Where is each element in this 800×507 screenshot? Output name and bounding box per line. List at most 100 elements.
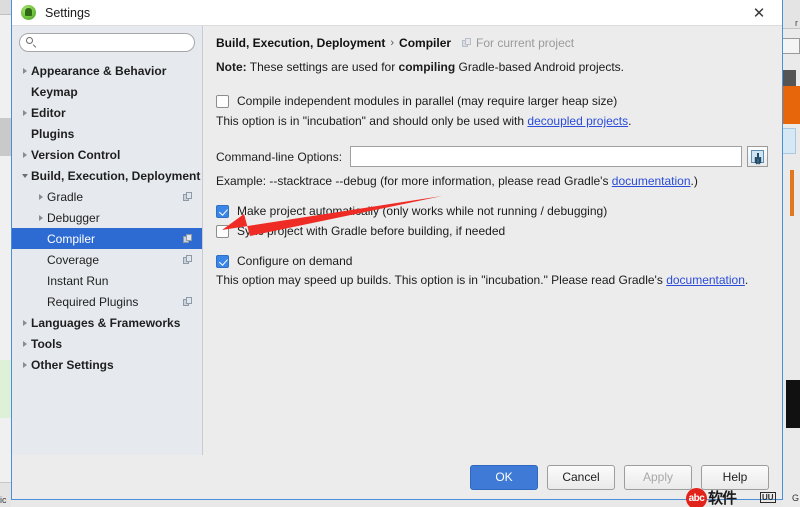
- chevron-right-icon[interactable]: [18, 340, 31, 347]
- compile-parallel-hint: This option is in "incubation" and shoul…: [216, 114, 768, 128]
- configure-on-demand-hint: This option may speed up builds. This op…: [216, 273, 768, 287]
- sidebar-item-editor[interactable]: Editor: [12, 102, 202, 123]
- sidebar-item-label: Instant Run: [47, 273, 109, 288]
- chevron-right-icon[interactable]: [34, 214, 47, 221]
- compile-parallel-checkbox[interactable]: [216, 94, 229, 108]
- sidebar-item-build-execution-deployment[interactable]: Build, Execution, Deployment: [12, 165, 202, 186]
- bg-left-green-marker: [0, 360, 11, 418]
- sidebar-search-wrap: [12, 26, 202, 57]
- command-line-example-after: .): [690, 174, 698, 188]
- configure-on-demand-checkbox[interactable]: [216, 254, 229, 268]
- dialog-body: Appearance & Behavior Keymap Editor Plugins…: [12, 26, 782, 455]
- sidebar-item-keymap[interactable]: Keymap: [12, 81, 202, 102]
- configure-on-demand-label: Configure on demand: [237, 254, 353, 268]
- sidebar-item-label: Other Settings: [31, 357, 114, 372]
- command-line-label: Command-line Options:: [216, 149, 343, 164]
- chevron-right-icon[interactable]: [18, 151, 31, 158]
- chevron-right-icon[interactable]: [18, 319, 31, 326]
- project-scope-icon: [462, 38, 472, 48]
- sidebar-item-plugins[interactable]: Plugins: [12, 123, 202, 144]
- search-box[interactable]: [19, 33, 195, 52]
- note-emphasis: compiling: [398, 60, 456, 74]
- bg-left-status-label: ic: [0, 495, 7, 505]
- chevron-down-icon[interactable]: [18, 173, 31, 178]
- bg-left-tab: [0, 0, 11, 15]
- command-line-input[interactable]: [350, 146, 742, 167]
- ok-button[interactable]: OK: [470, 464, 538, 490]
- compile-parallel-hint-before: This option is in "incubation" and shoul…: [216, 114, 528, 128]
- compile-parallel-label: Compile independent modules in parallel …: [237, 94, 618, 108]
- sidebar-item-label: Gradle: [47, 189, 84, 204]
- sidebar-item-tools[interactable]: Tools: [12, 333, 202, 354]
- search-icon: [26, 37, 37, 48]
- bg-right-orange-block: [782, 86, 800, 124]
- gradle-documentation-link-1[interactable]: documentation: [612, 174, 691, 188]
- bg-right-status-label: G: [791, 493, 799, 503]
- sidebar-item-instant-run[interactable]: Instant Run: [12, 270, 202, 291]
- configure-on-demand-row[interactable]: Configure on demand: [216, 254, 768, 268]
- sidebar-item-version-control[interactable]: Version Control: [12, 144, 202, 165]
- breadcrumb: Build, Execution, Deployment › Compiler …: [216, 36, 768, 50]
- search-input[interactable]: [37, 36, 194, 49]
- sidebar-item-label: Build, Execution, Deployment: [31, 168, 201, 183]
- settings-main-pane: Build, Execution, Deployment › Compiler …: [203, 26, 782, 455]
- chevron-right-icon[interactable]: [18, 109, 31, 116]
- apply-button[interactable]: Apply: [624, 464, 692, 490]
- settings-dialog: Settings ✕ Appearance & Behavior Keymap Ed…: [11, 0, 783, 500]
- sidebar-item-label: Appearance & Behavior: [31, 63, 167, 78]
- note-part1: These settings are used for: [246, 60, 399, 74]
- make-project-automatically-checkbox[interactable]: [216, 204, 229, 218]
- compile-parallel-hint-after: .: [628, 114, 632, 128]
- decoupled-projects-link[interactable]: decoupled projects: [527, 114, 628, 128]
- breadcrumb-scope-label: For current project: [476, 36, 575, 50]
- configure-on-demand-hint-after: .: [744, 273, 749, 287]
- configure-on-demand-hint-before: This option may speed up builds. This op…: [216, 273, 667, 287]
- cancel-button[interactable]: Cancel: [547, 464, 615, 490]
- sidebar-item-label: Required Plugins: [47, 294, 139, 309]
- chevron-right-icon[interactable]: [18, 67, 31, 74]
- settings-tree: Appearance & Behavior Keymap Editor Plugins…: [12, 57, 202, 455]
- note-line: Note: These settings are used for compil…: [216, 60, 768, 74]
- sidebar-item-label: Coverage: [47, 252, 100, 267]
- expand-input-glyph: [751, 150, 764, 163]
- sidebar-item-label: Version Control: [31, 147, 121, 162]
- help-button[interactable]: Help: [701, 464, 769, 490]
- sidebar-item-coverage[interactable]: Coverage: [12, 249, 202, 270]
- sync-before-build-checkbox[interactable]: [216, 224, 229, 238]
- command-line-example-before: Example: --stacktrace --debug (for more …: [216, 174, 612, 188]
- sidebar-item-appearance-behavior[interactable]: Appearance & Behavior: [12, 60, 202, 81]
- sidebar-item-languages-frameworks[interactable]: Languages & Frameworks: [12, 312, 202, 333]
- sidebar-item-other-settings[interactable]: Other Settings: [12, 354, 202, 375]
- sidebar-item-label: Keymap: [31, 84, 78, 99]
- breadcrumb-root[interactable]: Build, Execution, Deployment: [216, 36, 385, 50]
- sync-before-build-row[interactable]: Sync project with Gradle before building…: [216, 224, 768, 238]
- bg-right-dark-block: [782, 70, 796, 86]
- close-icon[interactable]: ✕: [742, 0, 776, 25]
- sync-before-build-label: Sync project with Gradle before building…: [237, 224, 506, 238]
- sidebar-item-label: Editor: [31, 105, 66, 120]
- sidebar-item-required-plugins[interactable]: Required Plugins: [12, 291, 202, 312]
- project-scope-icon: [183, 191, 193, 202]
- breadcrumb-scope: For current project: [462, 36, 574, 50]
- bg-right-panel-icon: [782, 38, 800, 54]
- command-line-example: Example: --stacktrace --debug (for more …: [216, 174, 768, 188]
- dialog-titlebar: Settings ✕: [12, 0, 782, 26]
- make-automatically-row[interactable]: Make project automatically (only works w…: [216, 204, 768, 218]
- compile-parallel-row[interactable]: Compile independent modules in parallel …: [216, 94, 768, 108]
- bg-left-chunk: [0, 118, 11, 156]
- settings-sidebar: Appearance & Behavior Keymap Editor Plugins…: [12, 26, 203, 455]
- project-scope-icon: [183, 233, 193, 244]
- make-automatically-label: Make project automatically (only works w…: [237, 204, 608, 218]
- sidebar-item-gradle[interactable]: Gradle: [12, 186, 202, 207]
- sidebar-item-debugger[interactable]: Debugger: [12, 207, 202, 228]
- chevron-right-icon[interactable]: [18, 361, 31, 368]
- dialog-footer: OK Cancel Apply Help: [12, 455, 782, 499]
- sidebar-item-label: Plugins: [31, 126, 75, 141]
- breadcrumb-leaf: Compiler: [399, 36, 452, 50]
- sidebar-item-label: Compiler: [47, 231, 96, 246]
- gradle-documentation-link-2[interactable]: documentation: [666, 273, 745, 287]
- expand-input-icon[interactable]: [747, 146, 768, 167]
- sidebar-item-label: Tools: [31, 336, 63, 351]
- sidebar-item-compiler[interactable]: Compiler: [12, 228, 202, 249]
- chevron-right-icon[interactable]: [34, 193, 47, 200]
